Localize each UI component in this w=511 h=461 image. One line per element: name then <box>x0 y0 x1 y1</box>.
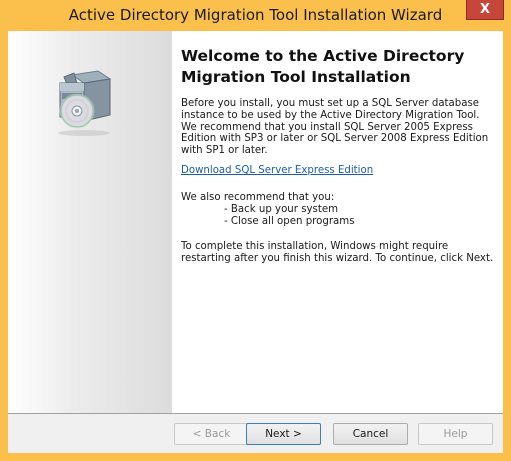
close-button[interactable]: X <box>466 0 504 20</box>
cancel-button[interactable]: Cancel <box>333 423 408 445</box>
list-item: - Close all open programs <box>224 215 355 227</box>
wizard-content: Welcome to the Active Directory Migratio… <box>172 31 503 413</box>
window-title: Active Directory Migration Tool Installa… <box>68 6 443 24</box>
download-sql-link[interactable]: Download SQL Server Express Edition <box>181 165 373 177</box>
title-bar[interactable]: Active Directory Migration Tool Installa… <box>0 0 511 32</box>
wizard-sidebar <box>8 31 172 413</box>
sql-requirement-text: Before you install, you must set up a SQ… <box>181 98 489 157</box>
help-button[interactable]: Help <box>418 423 493 445</box>
close-icon: X <box>479 2 491 17</box>
software-box-cd-icon <box>58 70 112 136</box>
wizard-body: Welcome to the Active Directory Migratio… <box>8 31 503 453</box>
installer-window: Active Directory Migration Tool Installa… <box>0 0 511 461</box>
button-bar: < Back Next > Cancel Help <box>8 414 503 453</box>
recommendation-list: - Back up your system - Close all open p… <box>224 204 355 228</box>
back-button[interactable]: < Back <box>174 423 249 445</box>
page-title: Welcome to the Active Directory Migratio… <box>181 47 465 86</box>
list-item: - Back up your system <box>224 204 339 215</box>
recommendation-intro: We also recommend that you: <box>181 192 335 203</box>
next-button[interactable]: Next > <box>246 423 321 445</box>
restart-notice-text: To complete this installation, Windows m… <box>181 241 494 264</box>
